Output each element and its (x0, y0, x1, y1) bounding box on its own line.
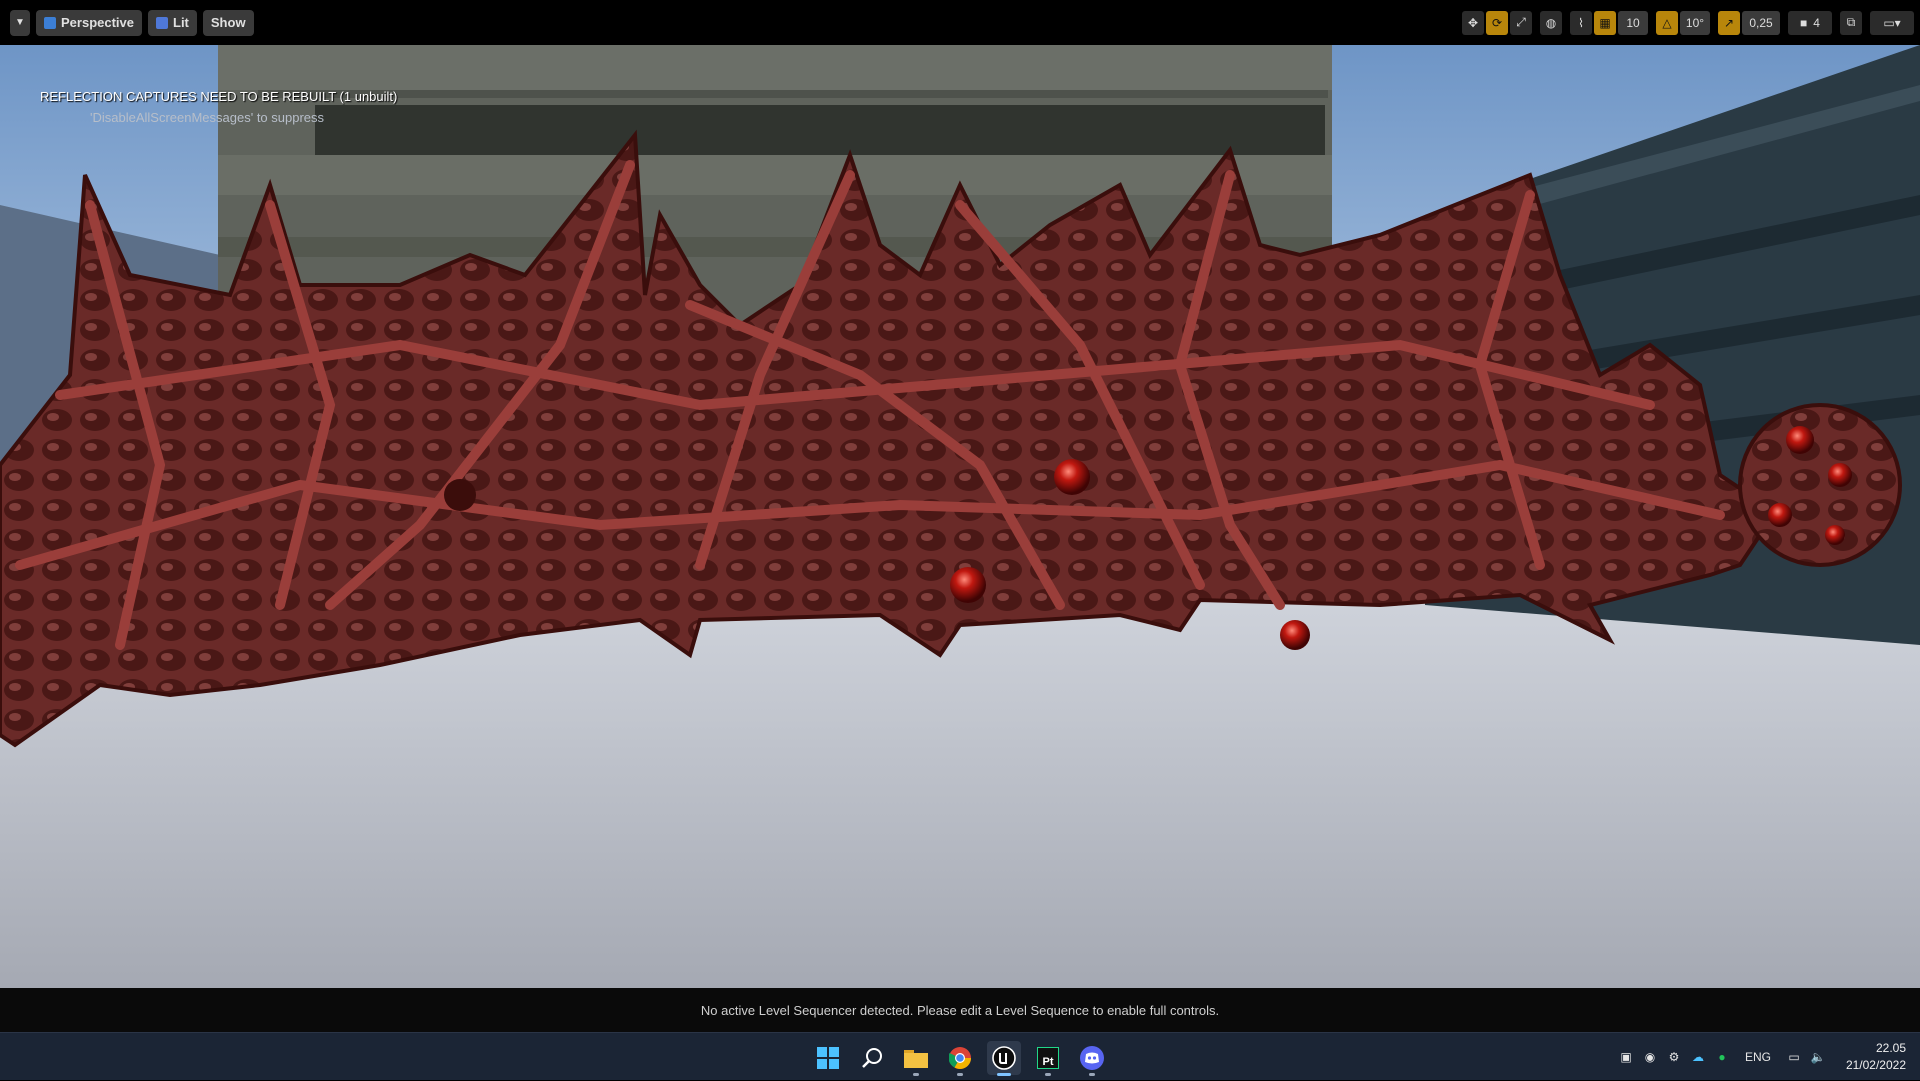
flesh-orb (444, 479, 476, 511)
grid-icon: ▦ (1599, 15, 1611, 30)
rotate-icon: ⟳ (1491, 15, 1503, 30)
perspective-button[interactable]: Perspective (36, 9, 142, 36)
xbox-icon[interactable]: ● (1713, 1048, 1731, 1066)
scale-snap-toggle[interactable]: ↗ (1718, 10, 1740, 35)
search-icon (862, 1048, 882, 1068)
system-tray: ▣ ◉ ⚙ ☁ ● ENG ▭ 🔈 (1617, 1033, 1833, 1081)
flesh-orb (950, 567, 986, 603)
running-indicator (1045, 1073, 1051, 1076)
discord-button[interactable] (1075, 1041, 1109, 1076)
viewport-toolbar: ▼ Perspective Lit Show ✥ ⟳ ⤢ ◍ ⌇ ▦ 10 △ … (0, 0, 1920, 45)
language-indicator[interactable]: ENG (1745, 1050, 1771, 1064)
steam-icon[interactable]: ⚙ (1665, 1048, 1683, 1066)
search-button[interactable] (855, 1041, 889, 1075)
running-indicator (1089, 1073, 1095, 1076)
viewport-hint: 'DisableAllScreenMessages' to suppress (90, 110, 325, 125)
lit-label: Lit (173, 15, 189, 30)
surface-snap-icon: ⌇ (1578, 15, 1584, 30)
level-viewport[interactable]: REFLECTION CAPTURES NEED TO BE REBUILT (… (0, 45, 1920, 988)
lit-button[interactable]: Lit (148, 9, 197, 36)
show-button[interactable]: Show (202, 9, 254, 36)
globe-icon: ◍ (1545, 15, 1557, 30)
clock-date: 21/02/2022 (1845, 1058, 1906, 1072)
start-button[interactable] (811, 1041, 845, 1075)
epic-games-icon[interactable]: ▣ (1617, 1048, 1635, 1066)
discord-tray-icon[interactable]: ◉ (1641, 1048, 1659, 1066)
flesh-sphere (1738, 403, 1902, 567)
lit-cube-icon (156, 16, 168, 29)
unreal-engine-icon (992, 1046, 1016, 1070)
discord-icon (1080, 1046, 1104, 1070)
scale-icon: ⤢ (1516, 15, 1526, 29)
running-indicator (957, 1073, 963, 1076)
perspective-icon (44, 16, 56, 29)
clock-time: 22.05 (1875, 1041, 1906, 1055)
move-icon: ✥ (1467, 15, 1479, 30)
camera-speed-value: 4 (1813, 15, 1820, 30)
file-explorer-button[interactable] (899, 1041, 933, 1076)
rotation-snap-toggle[interactable]: △ (1656, 10, 1678, 35)
scale-tool[interactable]: ⤢ (1510, 10, 1532, 35)
transform-tools: ✥ ⟳ ⤢ ◍ ⌇ ▦ 10 △ 10° ↗ 0,25 ■ 4 ⧉ ▭▾ (1460, 0, 1914, 45)
scene-render (0, 45, 1920, 988)
rotate-tool[interactable]: ⟳ (1486, 10, 1508, 35)
surface-snapping-toggle[interactable]: ⌇ (1570, 10, 1592, 35)
network-icon[interactable]: ▭ (1785, 1048, 1803, 1066)
file-explorer-icon (904, 1050, 928, 1068)
grid-snap-value[interactable]: 10 (1618, 10, 1648, 35)
rotation-snap-value[interactable]: 10° (1680, 10, 1710, 35)
sequencer-status-bar: No active Level Sequencer detected. Plea… (0, 988, 1920, 1032)
chrome-icon (949, 1047, 971, 1069)
running-indicator (913, 1073, 919, 1076)
start-icon (817, 1047, 839, 1069)
pycharm-icon: Pt (1037, 1047, 1059, 1069)
volume-icon[interactable]: 🔈 (1809, 1048, 1827, 1066)
pycharm-label: Pt (1042, 1056, 1054, 1068)
flesh-orb (1280, 620, 1310, 650)
perspective-label: Perspective (61, 15, 134, 30)
camera-icon: ■ (1800, 15, 1808, 30)
system-clock[interactable]: 22.05 21/02/2022 (1846, 1040, 1906, 1074)
show-label: Show (210, 15, 246, 30)
maximize-icon: ⧉ (1846, 15, 1856, 29)
running-indicator (997, 1073, 1011, 1076)
viewport-notice: REFLECTION CAPTURES NEED TO BE REBUILT (… (40, 89, 398, 104)
camera-speed-button[interactable]: ■ 4 (1788, 10, 1832, 35)
chrome-button[interactable] (943, 1041, 977, 1076)
viewport-options-button[interactable]: ▼ (10, 9, 30, 36)
grid-snap-toggle[interactable]: ▦ (1594, 10, 1616, 35)
sequencer-message: No active Level Sequencer detected. Plea… (700, 1002, 1220, 1018)
scale-snap-value[interactable]: 0,25 (1742, 10, 1780, 35)
chevron-down-icon: ▼ (15, 17, 25, 28)
layout-icon: ▭▾ (1883, 15, 1901, 30)
windows-taskbar: Pt ▣ ◉ ⚙ ☁ ● ENG ▭ 🔈 22.05 21/02/2022 (0, 1032, 1920, 1080)
flesh-orb (1054, 459, 1090, 495)
maximize-viewport-button[interactable]: ⧉ (1840, 10, 1862, 35)
angle-icon: △ (1662, 15, 1672, 30)
translate-tool[interactable]: ✥ (1462, 10, 1484, 35)
coordinate-system-toggle[interactable]: ◍ (1540, 10, 1562, 35)
layout-button[interactable]: ▭▾ (1870, 10, 1914, 35)
pycharm-button[interactable]: Pt (1031, 1041, 1065, 1076)
unreal-engine-button[interactable] (987, 1041, 1021, 1076)
scale-arrow-icon: ↗ (1723, 15, 1735, 30)
onedrive-icon[interactable]: ☁ (1689, 1048, 1707, 1066)
